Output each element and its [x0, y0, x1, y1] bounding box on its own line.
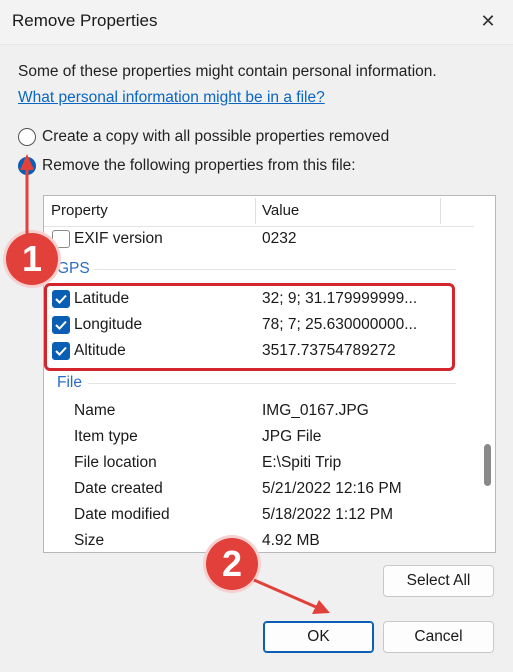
radio-remove-properties-label: Remove the following properties from thi…: [42, 157, 356, 174]
property-name: Size: [74, 532, 105, 549]
remove-properties-dialog: Remove Properties ✕ Some of these proper…: [0, 0, 513, 672]
property-name: Date modified: [74, 506, 170, 523]
checkbox-exif-version[interactable]: [52, 230, 70, 248]
list-item-name[interactable]: Name IMG_0167.JPG: [44, 398, 474, 424]
column-divider[interactable]: [440, 198, 441, 224]
group-header-gps: GPS: [57, 260, 90, 277]
radio-remove-properties[interactable]: Remove the following properties from thi…: [18, 157, 356, 175]
ok-button[interactable]: OK: [263, 621, 374, 653]
property-name: Name: [74, 402, 116, 419]
property-value: 4.92 MB: [262, 532, 320, 549]
list-column-header: Property Value: [44, 196, 474, 227]
select-all-button[interactable]: Select All: [383, 565, 494, 597]
property-value: 5/18/2022 1:12 PM: [262, 506, 393, 523]
title-bar: Remove Properties ✕: [0, 0, 513, 45]
step-badge-1: 1: [6, 233, 58, 285]
close-button[interactable]: ✕: [471, 6, 505, 36]
column-header-value[interactable]: Value: [262, 202, 299, 219]
list-item-item-type[interactable]: Item type JPG File: [44, 424, 474, 450]
cancel-button[interactable]: Cancel: [383, 621, 494, 653]
property-value: 0232: [262, 230, 297, 247]
property-value: 5/21/2022 12:16 PM: [262, 480, 402, 497]
group-header-file: File: [57, 374, 82, 391]
list-scrollbar[interactable]: [477, 196, 495, 552]
list-item-size[interactable]: Size 4.92 MB: [44, 528, 474, 552]
property-name: EXIF version: [74, 230, 163, 247]
properties-list[interactable]: Property Value EXIF version 0232 GPS Lat…: [43, 195, 496, 553]
radio-unselected-icon[interactable]: [18, 128, 36, 146]
property-name: File location: [74, 454, 157, 471]
list-item-date-modified[interactable]: Date modified 5/18/2022 1:12 PM: [44, 502, 474, 528]
list-item-file-location[interactable]: File location E:\Spiti Trip: [44, 450, 474, 476]
property-value: E:\Spiti Trip: [262, 454, 342, 471]
list-item-date-created[interactable]: Date created 5/21/2022 12:16 PM: [44, 476, 474, 502]
column-header-property[interactable]: Property: [51, 202, 108, 219]
property-value: JPG File: [262, 428, 322, 445]
arrow-up-icon: [20, 154, 34, 235]
radio-create-copy[interactable]: Create a copy with all possible properti…: [18, 128, 389, 146]
group-divider: [88, 383, 456, 384]
property-name: Date created: [74, 480, 163, 497]
property-value: IMG_0167.JPG: [262, 402, 369, 419]
property-name: Item type: [74, 428, 138, 445]
personal-info-help-link[interactable]: What personal information might be in a …: [18, 89, 325, 107]
list-item-exif-version[interactable]: EXIF version 0232: [44, 226, 474, 252]
close-icon: ✕: [480, 10, 496, 31]
radio-create-copy-label: Create a copy with all possible properti…: [42, 128, 390, 145]
arrow-right-icon: [253, 578, 330, 614]
window-title: Remove Properties: [12, 11, 158, 30]
gps-highlight-box: [44, 283, 455, 371]
column-divider[interactable]: [255, 198, 256, 224]
group-divider: [94, 269, 456, 270]
scrollbar-thumb[interactable]: [484, 444, 491, 486]
intro-text: Some of these properties might contain p…: [18, 63, 437, 80]
